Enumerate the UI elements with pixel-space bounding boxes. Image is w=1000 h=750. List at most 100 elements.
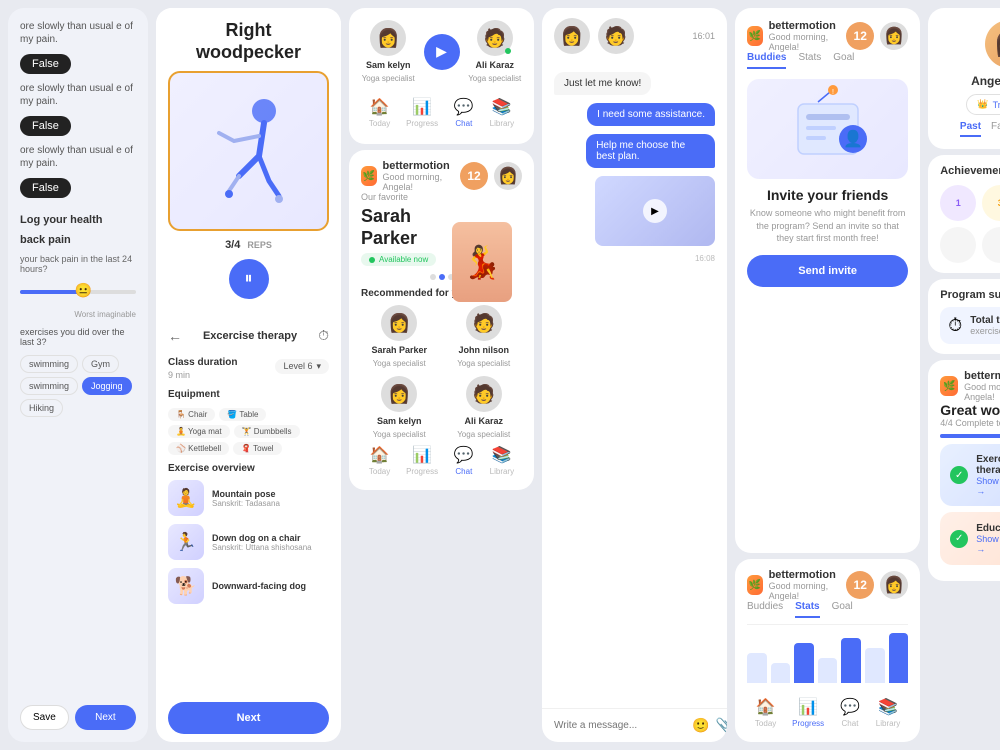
try-free-button[interactable]: 👑 Try free trial — [966, 94, 1000, 115]
exercise-thumb-1: 🧘 — [168, 480, 204, 516]
back-arrow-icon[interactable]: ← — [168, 328, 182, 344]
exercise-info-1: Mountain pose Sanskrit: Tadasana — [212, 489, 280, 508]
nav-today-1[interactable]: 🏠 Today — [369, 97, 390, 128]
exercise-item-2: 🏃 Down dog on a chair Sanskrit: Uttana s… — [168, 524, 329, 560]
therapy-title: Excercise therapy — [203, 330, 297, 342]
achievement-section: Achievement 1 3 10 unk — [928, 155, 1000, 273]
nav-library-label-2: Library — [490, 467, 514, 476]
nav-chat-stats[interactable]: 💬 Chat — [840, 697, 860, 728]
tab-stats-b[interactable]: Stats — [798, 52, 821, 69]
class-duration-label: Class duration — [168, 357, 237, 368]
tag-jogging[interactable]: Jogging — [82, 377, 132, 395]
exercise-next-button[interactable]: Next — [168, 702, 329, 734]
tab-past[interactable]: Past — [960, 121, 981, 137]
next-button[interactable]: Next — [75, 705, 136, 730]
progress-fill — [940, 434, 1000, 438]
stats-number-badge: 12 — [846, 571, 874, 599]
nav-chat-2[interactable]: 💬 Chat — [454, 445, 474, 476]
home-icon-stats: 🏠 — [756, 697, 776, 717]
chat-input[interactable] — [554, 720, 686, 731]
emoji-icon[interactable]: 🙂 — [692, 717, 709, 734]
program-success-card: Program success ⏱ Total time exercised — [928, 279, 1000, 354]
nav-progress-2[interactable]: 📊 Progress — [406, 445, 438, 476]
stats-tab-goal[interactable]: Goal — [832, 601, 853, 618]
pain-slider[interactable]: 😐 — [20, 282, 136, 302]
stats-brand-group: bettermotion Good morning, Angela! — [769, 569, 841, 601]
rec-avatar-2: 🧑 — [466, 305, 502, 341]
buddies-tabs: Buddies Stats Goal — [747, 52, 908, 69]
exercise-thumb-3: 🐕 — [168, 568, 204, 604]
false-button-3[interactable]: False — [20, 178, 71, 198]
rec-name-3: Sam kelyn — [377, 416, 422, 426]
nav-today-2[interactable]: 🏠 Today — [369, 445, 390, 476]
progress-bar — [940, 434, 1000, 438]
bottom-nav-1: 🏠 Today 📊 Progress 💬 Chat 📚 Library — [361, 91, 522, 132]
tag-swimming[interactable]: swimming — [20, 355, 78, 373]
rec-role-4: Yoga specialist — [457, 430, 510, 439]
great-work-greeting: Good morning, Angela! — [964, 382, 1000, 402]
rec-avatar-3: 👩 — [381, 376, 417, 412]
nav-progress-stats[interactable]: 📊 Progress — [792, 697, 824, 728]
available-dot — [369, 257, 375, 263]
rec-3: 👩 Sam kelyn Yoga specialist — [361, 376, 438, 439]
buddies-bm-logo: 🌿 — [747, 26, 763, 46]
dot-2 — [439, 274, 445, 280]
tag-swimming2[interactable]: swimming — [20, 377, 78, 395]
slider-emoji: 😐 — [74, 282, 91, 299]
bar-4 — [818, 658, 838, 683]
pause-button[interactable]: ⏸ — [229, 259, 269, 299]
nav-library-stats[interactable]: 📚 Library — [876, 697, 900, 728]
tab-favorite[interactable]: Favorite — [991, 121, 1000, 137]
nav-chat-1[interactable]: 💬 Chat — [454, 97, 474, 128]
nav-today-stats[interactable]: 🏠 Today — [755, 697, 776, 728]
online-indicator-2 — [505, 48, 511, 54]
tab-goal-b[interactable]: Goal — [833, 52, 854, 69]
specialists-card: 👩 Sam kelyn Yoga specialist ▶ 🧑 Ali Kara… — [349, 8, 534, 144]
badge-4 — [940, 227, 976, 263]
health-log-panel: ore slowly than usual e of my pain. Fals… — [8, 8, 148, 742]
rec-role-2: Yoga specialist — [457, 359, 510, 368]
attachment-icon[interactable]: 📎 — [715, 717, 727, 734]
false-button-2[interactable]: False — [20, 116, 71, 136]
stats-tab-buddies[interactable]: Buddies — [747, 601, 783, 618]
show-more-2[interactable]: Show more → — [976, 534, 1000, 554]
specialist-name-2: Ali Karaz — [475, 60, 514, 70]
svg-text:👤: 👤 — [843, 129, 863, 148]
save-button[interactable]: Save — [20, 705, 69, 730]
eq-towel: 🧣 Towel — [233, 442, 282, 455]
video-message[interactable]: ▶ — [595, 176, 715, 246]
bar-7 — [889, 633, 909, 683]
msg-2: I need some assistance. — [587, 103, 715, 126]
tab-buddies[interactable]: Buddies — [747, 52, 786, 69]
pain-question: your back pain in the last 24 hours? — [20, 254, 136, 274]
exercise-info-2: Down dog on a chair Sanskrit: Uttana shi… — [212, 533, 312, 552]
show-more-1[interactable]: Show more → — [976, 476, 1000, 496]
exercise-thumb-2: 🏃 — [168, 524, 204, 560]
great-work-bm-header: 🌿 bettermotion Good morning, Angela! 12 — [940, 370, 1000, 402]
tag-gym[interactable]: Gym — [82, 355, 119, 373]
stats-tab-stats[interactable]: Stats — [795, 601, 819, 618]
specialist-avatar-1: 👩 — [370, 20, 406, 56]
nav-library-1[interactable]: 📚 Library — [490, 97, 514, 128]
nav-progress-1[interactable]: 📊 Progress — [406, 97, 438, 128]
library-icon-2: 📚 — [492, 445, 512, 465]
stats-bm-logo: 🌿 — [747, 575, 763, 595]
chat-user-avatar-2: 🧑 — [598, 18, 634, 54]
rec-name-2: John nilson — [459, 345, 510, 355]
level-badge: Level 6 ▾ — [275, 359, 329, 374]
specialist-role-1: Yoga specialist — [362, 74, 415, 83]
specialist-role-2: Yoga specialist — [468, 74, 521, 83]
tag-hiking[interactable]: Hiking — [20, 399, 63, 417]
send-invite-button[interactable]: Send invite — [747, 255, 908, 287]
false-button-1[interactable]: False — [20, 54, 71, 74]
buddies-user-avatar: 👩 — [880, 22, 908, 50]
nav-library-2[interactable]: 📚 Library — [490, 445, 514, 476]
video-play-button[interactable]: ▶ — [643, 199, 667, 223]
level-text: Level 6 — [283, 361, 312, 371]
exercise-item-1: 🧘 Mountain pose Sanskrit: Tadasana — [168, 480, 329, 516]
chevron-down-icon[interactable]: ▾ — [316, 361, 321, 372]
available-badge: Available now — [361, 253, 436, 266]
specialists-play-button[interactable]: ▶ — [424, 34, 460, 70]
rec-4: 🧑 Ali Karaz Yoga specialist — [446, 376, 523, 439]
trainer-card-inner: Our favorite Sarah Parker Available now … — [361, 192, 522, 270]
